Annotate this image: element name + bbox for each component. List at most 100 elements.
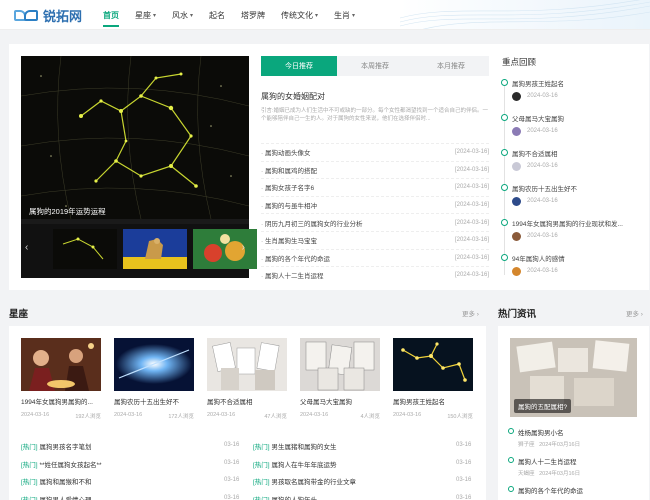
review-item-title[interactable]: 属狗男孩王姓起名 [512,78,640,88]
more-link[interactable]: 更多 › [462,308,479,318]
recommend-title[interactable]: 属狗女孩子名字6 [261,182,314,192]
review-item-title[interactable]: 父母属马大宝属狗 [512,113,640,123]
article-image[interactable] [207,338,287,391]
article-title[interactable]: 父母属马大宝属狗 [300,396,380,406]
recommend-title[interactable]: 阴历九月初三的属狗女的行业分析 [261,218,363,228]
headline-title[interactable]: 属狗男人爱情心理 [39,497,91,500]
view-count: 192人浏览 [75,414,101,420]
hot-item-title[interactable]: 属狗的各个年代的命运 [518,485,583,495]
article-image[interactable] [300,338,380,391]
slider-thumbnails: ‹ › [21,224,257,278]
tab-week[interactable]: 本周推荐 [337,56,413,76]
thumbnail[interactable] [53,229,117,269]
review-item-title[interactable]: 1994年女属狗男属狗的行业现状和发... [512,218,640,228]
recommend-title[interactable]: 属狗动画头像女 [261,147,311,157]
hot-item-title[interactable]: 姓杨属狗男小名 [518,427,564,437]
recommend-item[interactable]: 生肖属狗生马宝宝 [2024-03-16] [261,230,489,249]
nav-xingzuo[interactable]: 星座 ▾ [127,0,164,29]
review-item[interactable]: 94年属狗人的感情 2024-03-16 [500,252,640,287]
headline-item[interactable]: [热门] 属狗的人狗年头 [253,494,317,500]
featured-title[interactable]: 属狗的女婚姻配对 [261,91,325,102]
nav-culture[interactable]: 传统文化 ▾ [273,0,326,29]
headline-title[interactable]: 属狗人在牛年年底运势 [271,462,336,469]
article-title[interactable]: 属狗农历十五出生好不 [114,396,194,406]
article-image[interactable] [114,338,194,391]
headline-title[interactable]: **姓任属狗女孩起名** [39,462,101,469]
headline-item[interactable]: [热门] 属狗人在牛年年底运势 [253,459,336,469]
headline-title[interactable]: 属狗男孩名字笔划 [39,444,91,451]
recommend-item[interactable]: 属狗女孩子名字6 [2024-03-16] [261,178,489,196]
recommend-title[interactable]: 属狗人十二生肖运程 [261,270,324,280]
hot-item[interactable]: 姓杨属狗男小名 狮子座 2024年03月16日 [508,427,643,453]
chevron-right-icon[interactable]: › [242,242,245,253]
headline-item[interactable]: [热门] 属狗男人爱情心理 [21,494,91,500]
review-item[interactable]: 属狗男孩王姓起名 2024-03-16 [500,77,640,112]
recommend-title[interactable]: 属狗和属鸡的搭配 [261,165,317,175]
image-slider[interactable]: 属狗的2019年运势运程 ‹ › [21,56,257,278]
article-card[interactable]: 1994年女属狗男属狗的... 2024-03-16 192人浏览 [21,338,101,420]
recommend-item[interactable]: 属狗的与虽牛相冲 [2024-03-16] [261,195,489,214]
hot-image[interactable]: 属狗的五配属相? [510,338,637,417]
review-item[interactable]: 父母属马大宝属狗 2024-03-16 [500,112,640,147]
article-image[interactable] [393,338,473,391]
hot-item-title[interactable]: 属狗人十二生肖运程 [518,456,577,466]
thumbnail[interactable] [193,229,257,269]
headline-item[interactable]: [热门] 属狗和属猴和不和 [21,476,91,486]
nav-home[interactable]: 首页 [95,0,127,29]
nav-shengxiao[interactable]: 生肖 ▾ [326,0,363,29]
review-item-title[interactable]: 94年属狗人的感情 [512,253,640,263]
headline-title[interactable]: 男孩取名属狗带金的行业文章 [271,479,356,486]
headline-title[interactable]: 属狗的人狗年头 [271,497,317,500]
recommend-date: [2024-03-16] [454,166,489,173]
hot-tag: [热门] [253,479,270,486]
chevron-down-icon: ▾ [315,12,319,19]
nav-tarot[interactable]: 塔罗牌 [233,0,273,29]
view-count: 47人浏览 [264,414,287,420]
article-image[interactable] [21,338,101,391]
chevron-left-icon[interactable]: ‹ [25,242,28,253]
headline-title[interactable]: 属狗和属猴和不和 [39,479,91,486]
recommend-item[interactable]: 属狗和属鸡的搭配 [2024-03-16] [261,160,489,179]
tab-today[interactable]: 今日推荐 [261,56,337,76]
recommend-title[interactable]: 属狗的与虽牛相冲 [261,200,317,210]
recommend-title[interactable]: 生肖属狗生马宝宝 [261,235,317,245]
article-title[interactable]: 属狗男孩王姓起名 [393,396,473,406]
review-item-title[interactable]: 属狗农历十五出生好不 [512,183,640,193]
slide-image[interactable] [21,56,249,219]
hot-item[interactable]: 属狗的各个年代的命运 [508,485,643,500]
nav-fengshui[interactable]: 风水 ▾ [164,0,201,29]
slide-caption[interactable]: 属狗的2019年运势运程 [29,206,106,217]
article-card[interactable]: 父母属马大宝属狗 2024-03-16 4人浏览 [300,338,380,420]
article-card[interactable]: 属狗不合适属相 2024-03-16 47人浏览 [207,338,287,420]
recommend-date: [2024-03-16] [454,219,489,226]
headline-item[interactable]: [热门] **姓任属狗女孩起名** [21,459,102,469]
article-card[interactable]: 属狗男孩王姓起名 2024-03-16 150人浏览 [393,338,473,420]
hot-item[interactable]: 属狗人十二生肖运程 天蝎座 2024年03月16日 [508,456,643,482]
recommend-item[interactable]: 属狗人十二生肖运程 [2024-03-16] [261,266,489,284]
more-link[interactable]: 更多 › [626,308,643,318]
recommend-item[interactable]: 阴历九月初三的属狗女的行业分析 [2024-03-16] [261,213,489,231]
headline-item[interactable]: [热门] 男生属猪和属狗的女生 [253,441,336,451]
headline-item[interactable]: [热门] 属狗男孩名字笔划 [21,441,91,451]
site-logo[interactable]: 锐拓网 [14,5,82,25]
headline-title[interactable]: 男生属猪和属狗的女生 [271,444,336,451]
thumbnail[interactable] [123,229,187,269]
tab-month[interactable]: 本月推荐 [413,56,489,76]
review-item[interactable]: 1994年女属狗男属狗的行业现状和发... 2024-03-16 [500,217,640,252]
article-title[interactable]: 1994年女属狗男属狗的... [21,396,101,406]
hot-tag: [热门] [21,444,38,451]
review-item-date: 2024-03-16 [527,233,558,239]
hot-image-caption[interactable]: 属狗的五配属相? [514,399,572,413]
review-item-title[interactable]: 属狗不合适属相 [512,148,640,158]
recommend-item[interactable]: 属狗动画头像女 [2024-03-16] [261,143,489,161]
recommend-item[interactable]: 属狗的各个年代的命运 [2024-03-16] [261,248,489,267]
review-item[interactable]: 属狗不合适属相 2024-03-16 [500,147,640,182]
recommend-title[interactable]: 属狗的各个年代的命运 [261,253,330,263]
review-item[interactable]: 属狗农历十五出生好不 2024-03-16 [500,182,640,217]
headline-item[interactable]: [热门] 男孩取名属狗带金的行业文章 [253,476,356,486]
nav-qiming[interactable]: 起名 [201,0,233,29]
featured-description: 引言:婚姻已成为人们生活中不可或缺的一部分。每个女性都渴望找到一个适合自己的伴侣… [261,108,489,122]
article-title[interactable]: 属狗不合适属相 [207,396,287,406]
timeline-dot-icon [501,254,508,261]
article-card[interactable]: 属狗农历十五出生好不 2024-03-16 172人浏览 [114,338,194,420]
